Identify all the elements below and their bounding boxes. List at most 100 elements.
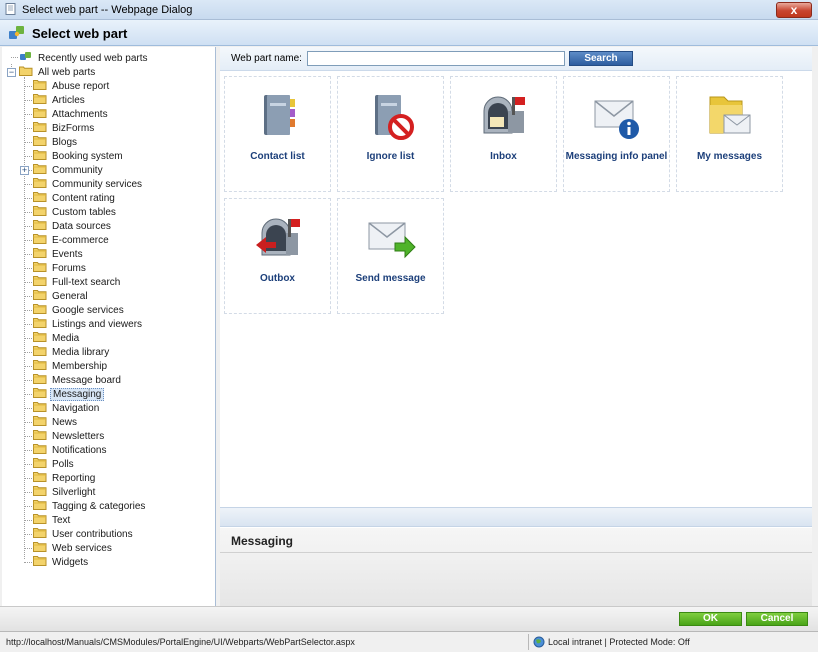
tree-line	[24, 254, 32, 255]
webpart-tile-label: Inbox	[490, 151, 517, 162]
tree-item-message-board[interactable]: Message board	[33, 373, 123, 387]
folder-icon	[33, 416, 47, 426]
tree-item-label: Listings and viewers	[52, 319, 143, 330]
ok-button[interactable]: OK	[679, 612, 742, 626]
tree-item-polls[interactable]: Polls	[33, 457, 76, 471]
tree-item-label: BizForms	[52, 123, 95, 134]
tree-line	[24, 562, 32, 563]
tree-item-root[interactable]: All web parts	[19, 65, 97, 79]
tree-item-label: Silverlight	[52, 487, 96, 498]
tree-item-abuse-report[interactable]: Abuse report	[33, 79, 111, 93]
tree-item-blogs[interactable]: Blogs	[33, 135, 79, 149]
tree-item-google-services[interactable]: Google services	[33, 303, 126, 317]
tree-item-text[interactable]: Text	[33, 513, 72, 527]
tree-item-media[interactable]: Media	[33, 331, 81, 345]
tree-item-newsletters[interactable]: Newsletters	[33, 429, 106, 443]
tree-item-general[interactable]: General	[33, 289, 90, 303]
tree-item-user-contributions[interactable]: User contributions	[33, 527, 135, 541]
search-button[interactable]: Search	[569, 51, 633, 66]
panel-splitter[interactable]	[220, 507, 812, 527]
tree-item-booking-system[interactable]: Booking system	[33, 149, 125, 163]
tree-item-community[interactable]: Community	[33, 163, 105, 177]
tree-item-tagging-categories[interactable]: Tagging & categories	[33, 499, 147, 513]
tree-item-e-commerce[interactable]: E-commerce	[33, 233, 111, 247]
webpart-tile-label: Ignore list	[366, 151, 415, 162]
webpart-tile-label: Send message	[355, 273, 426, 284]
tree-item-recent[interactable]: Recently used web parts	[19, 51, 150, 65]
tree-item-label: Community	[52, 165, 103, 176]
tree-item-forums[interactable]: Forums	[33, 261, 88, 275]
folder-envelope-icon	[709, 96, 751, 134]
tree-item-membership[interactable]: Membership	[33, 359, 109, 373]
tree-item-widgets[interactable]: Widgets	[33, 555, 90, 569]
tree-item-label: Abuse report	[52, 81, 110, 92]
tree-item-label: Text	[52, 515, 71, 526]
tree-item-label: Polls	[52, 459, 74, 470]
tree-item-messaging[interactable]: Messaging	[33, 387, 105, 401]
blocked-book-icon	[375, 95, 414, 140]
folder-icon	[33, 136, 47, 146]
tree-item-notifications[interactable]: Notifications	[33, 443, 108, 457]
tree-line	[24, 464, 32, 465]
tree-line	[24, 240, 32, 241]
tree-item-articles[interactable]: Articles	[33, 93, 87, 107]
tree-item-label: Web services	[52, 543, 112, 554]
webpart-tile-ignore-list[interactable]: Ignore list	[337, 76, 444, 192]
cancel-button[interactable]: Cancel	[746, 612, 808, 626]
tree-line	[24, 492, 32, 493]
tree-item-content-rating[interactable]: Content rating	[33, 191, 117, 205]
window-title: Select web part -- Webpage Dialog	[22, 4, 193, 16]
tree-item-label: Articles	[52, 95, 85, 106]
tree-item-media-library[interactable]: Media library	[33, 345, 111, 359]
tree-item-bizforms[interactable]: BizForms	[33, 121, 96, 135]
tree-line	[24, 478, 32, 479]
folder-icon	[33, 528, 47, 538]
tree-item-label: Events	[52, 249, 83, 260]
tree-item-label: Recently used web parts	[38, 53, 148, 64]
tree-item-custom-tables[interactable]: Custom tables	[33, 205, 118, 219]
tree-line	[24, 142, 32, 143]
dialog-header: Select web part	[0, 20, 818, 46]
tree-item-label: All web parts	[38, 67, 96, 78]
folder-icon	[33, 220, 47, 230]
tree-item-attachments[interactable]: Attachments	[33, 107, 110, 121]
tree-item-label: News	[52, 417, 78, 428]
folder-icon	[33, 374, 47, 384]
tree-item-news[interactable]: News	[33, 415, 79, 429]
close-button[interactable]: x	[776, 2, 812, 18]
webpart-tile-my-messages[interactable]: My messages	[676, 76, 783, 192]
tree-item-silverlight[interactable]: Silverlight	[33, 485, 97, 499]
webpart-name-input[interactable]	[307, 51, 565, 66]
folder-icon	[33, 444, 47, 454]
webpart-tile-contact-list[interactable]: Contact list	[224, 76, 331, 192]
status-url: http://localhost/Manuals/CMSModules/Port…	[6, 637, 355, 647]
webpart-tile-send-message[interactable]: Send message	[337, 198, 444, 314]
folder-icon	[33, 248, 47, 258]
tree-item-reporting[interactable]: Reporting	[33, 471, 97, 485]
tree-item-label: Data sources	[52, 221, 111, 232]
tree-item-data-sources[interactable]: Data sources	[33, 219, 113, 233]
category-tree[interactable]: Recently used web parts − All web parts …	[2, 47, 216, 606]
tree-item-full-text-search[interactable]: Full-text search	[33, 275, 122, 289]
tree-item-community-services[interactable]: Community services	[33, 177, 144, 191]
tree-item-web-services[interactable]: Web services	[33, 541, 114, 555]
tree-line	[24, 394, 32, 395]
folder-icon	[33, 430, 47, 440]
tree-line	[24, 506, 32, 507]
tree-item-events[interactable]: Events	[33, 247, 85, 261]
webpart-tile-outbox[interactable]: Outbox	[224, 198, 331, 314]
tree-item-navigation[interactable]: Navigation	[33, 401, 101, 415]
folder-icon	[33, 360, 47, 370]
tree-item-listings-and-viewers[interactable]: Listings and viewers	[33, 317, 144, 331]
tree-item-label: Media	[52, 333, 80, 344]
webpart-tile-messaging-info-panel[interactable]: Messaging info panel	[563, 76, 670, 192]
webpart-tile-inbox[interactable]: Inbox	[450, 76, 557, 192]
folder-icon	[33, 206, 47, 216]
folder-icon	[33, 388, 47, 398]
folder-icon	[33, 262, 47, 272]
divider	[220, 552, 812, 553]
webpart-tile-label: Outbox	[260, 273, 295, 284]
folder-icon	[33, 472, 47, 482]
expand-icon[interactable]: +	[20, 166, 29, 175]
collapse-icon[interactable]: −	[7, 68, 16, 77]
